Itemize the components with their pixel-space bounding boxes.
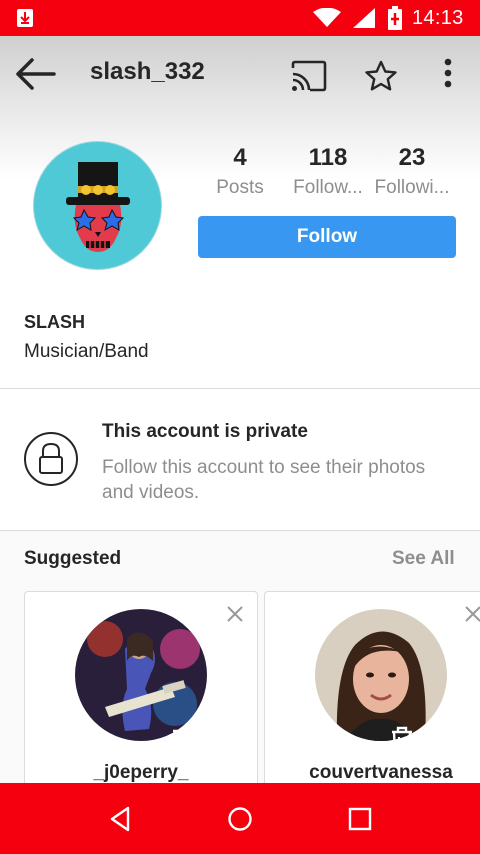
- download-icon: [17, 9, 33, 27]
- stat-followers[interactable]: 118 Follow...: [284, 144, 372, 199]
- suggested-card[interactable]: couvertvanessa: [264, 591, 480, 791]
- delete-icon[interactable]: [386, 724, 418, 756]
- close-icon[interactable]: [225, 604, 245, 624]
- stat-followers-count: 118: [308, 144, 348, 171]
- profile-category: Musician/Band: [24, 341, 149, 362]
- stat-posts-label: Posts: [216, 177, 264, 198]
- private-account-subtitle: Follow this account to see their photos …: [102, 457, 426, 503]
- suggested-avatar: [75, 609, 207, 741]
- nav-home-icon[interactable]: [226, 805, 254, 833]
- profile-display-name: SLASH: [24, 312, 86, 332]
- stat-followers-label: Follow...: [293, 177, 363, 198]
- app-toolbar: slash_332: [0, 36, 480, 110]
- signal-icon: [353, 8, 375, 28]
- star-icon[interactable]: [364, 60, 398, 92]
- status-bar: 14:13: [0, 0, 480, 36]
- suggested-username[interactable]: couvertvanessa: [265, 762, 480, 784]
- stat-following-count: 23: [398, 144, 426, 171]
- suggested-avatar: [315, 609, 447, 741]
- nav-back-icon[interactable]: [106, 805, 134, 833]
- status-time: 14:13: [412, 7, 464, 29]
- stat-following-label: Followi...: [374, 177, 450, 198]
- tune-icon[interactable]: [170, 724, 202, 756]
- system-nav-bar: [0, 783, 480, 854]
- stat-following[interactable]: 23 Followi...: [368, 144, 456, 199]
- private-account-title: This account is private: [102, 421, 308, 442]
- stat-posts-count: 4: [233, 144, 247, 171]
- stat-posts[interactable]: 4 Posts: [196, 144, 284, 199]
- suggested-title: Suggested: [24, 548, 122, 569]
- suggested-username[interactable]: _j0eperry_: [25, 762, 257, 784]
- screenshot-lens-icon[interactable]: [278, 724, 310, 756]
- divider: [0, 388, 480, 389]
- follow-button[interactable]: Follow: [198, 216, 456, 258]
- more-vert-icon[interactable]: [436, 56, 460, 92]
- profile-stats: 4 Posts 118 Follow... 23 Followi...: [196, 144, 460, 208]
- skull-top-hat-image: [66, 162, 130, 252]
- close-icon[interactable]: [463, 604, 480, 624]
- profile-avatar[interactable]: [33, 141, 162, 270]
- profile-username: slash_332: [90, 58, 205, 85]
- battery-charging-icon: [388, 6, 402, 30]
- suggested-card[interactable]: _j0eperry_: [24, 591, 258, 791]
- nav-recents-icon[interactable]: [346, 805, 374, 833]
- back-arrow-icon[interactable]: [14, 54, 56, 94]
- wifi-icon: [313, 8, 341, 27]
- lock-icon: [24, 432, 78, 486]
- see-all-link[interactable]: See All: [392, 548, 455, 570]
- share-icon[interactable]: [62, 724, 94, 756]
- cast-icon[interactable]: [290, 60, 328, 92]
